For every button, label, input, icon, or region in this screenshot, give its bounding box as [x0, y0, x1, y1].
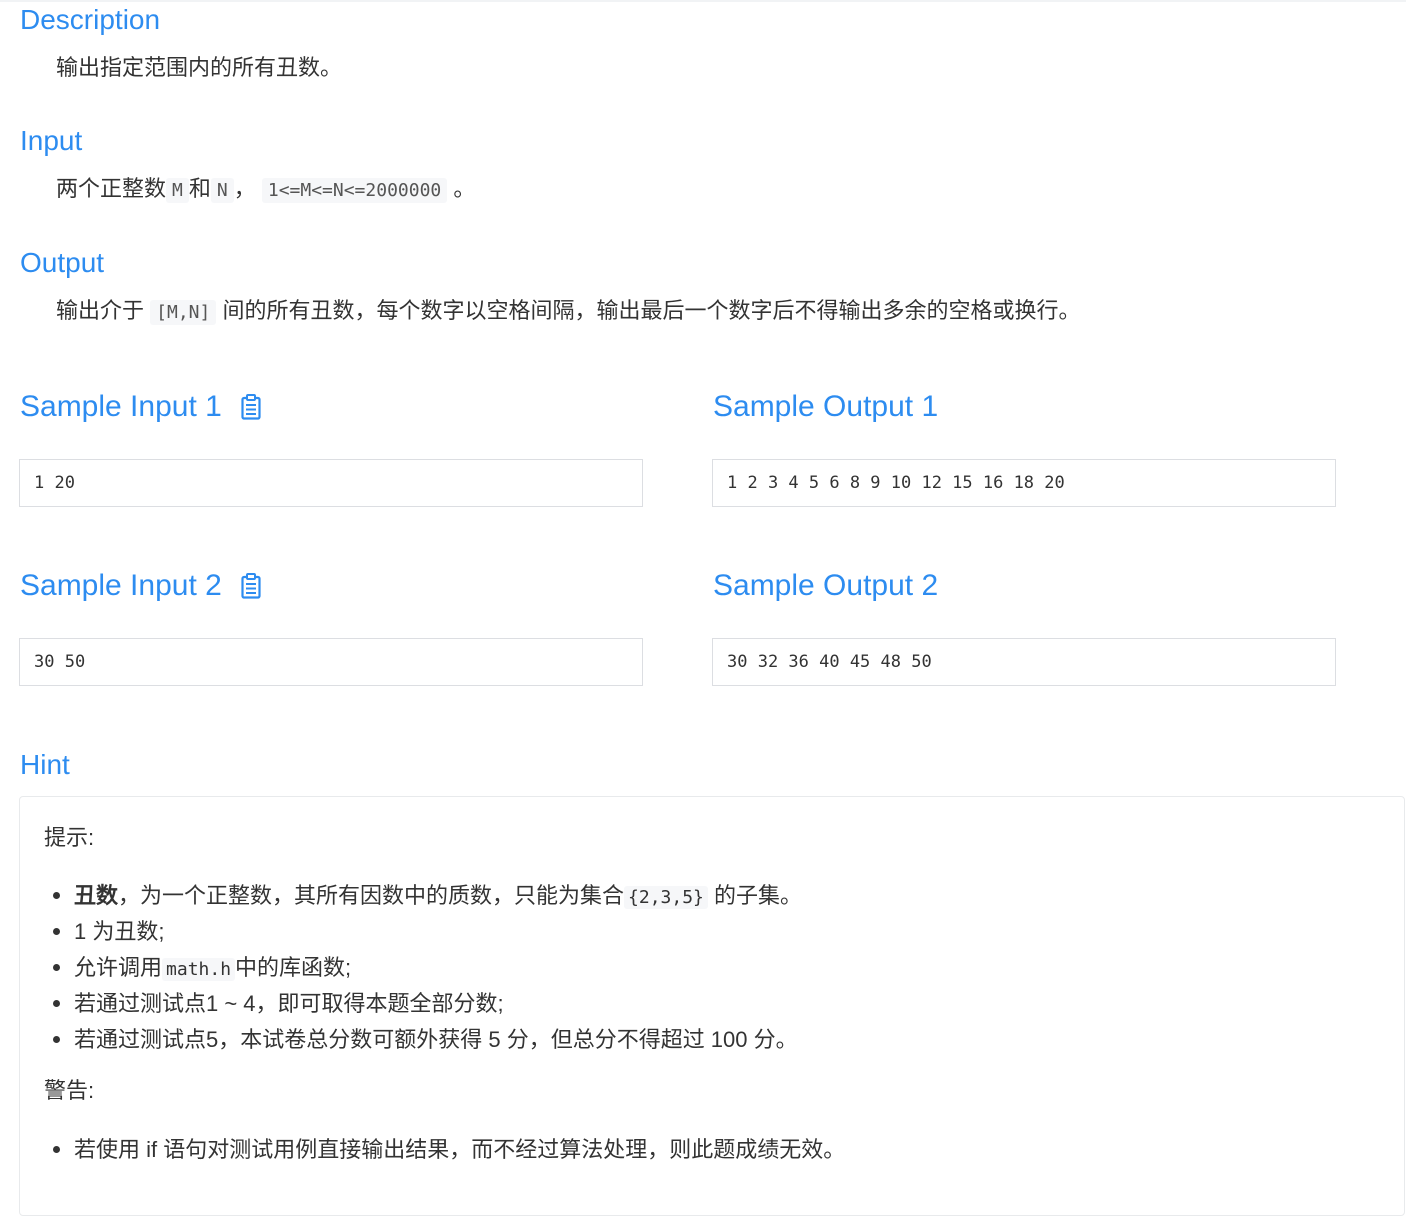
- description-text: 输出指定范围内的所有丑数。: [56, 55, 343, 80]
- hint-item1-bold: 丑数: [74, 883, 119, 908]
- output-text-pre: 输出介于: [56, 298, 145, 323]
- sample-output-1-box[interactable]: 1 2 3 4 5 6 8 9 10 12 15 16 18 20: [712, 459, 1336, 507]
- list-bullet: [53, 1000, 60, 1007]
- hint-list-item: 允许调用 math.h 中的库函数;: [74, 953, 351, 985]
- input-code-range: 1<=M<=N<=2000000: [261, 178, 448, 203]
- input-code-n: N: [210, 178, 234, 203]
- clipboard-icon[interactable]: [241, 394, 261, 420]
- output-text-post: 间的所有丑数，每个数字以空格间隔，输出最后一个数字后不得输出多余的空格或换行。: [222, 298, 1081, 323]
- list-bullet: [53, 1146, 60, 1153]
- hint-list-item: 1 为丑数;: [74, 919, 165, 944]
- input-title: Input: [20, 125, 83, 156]
- sample-input-2-title: Sample Input 2: [20, 569, 222, 602]
- hint-list-item: 若通过测试点1 ~ 4，即可取得本题全部分数;: [74, 991, 504, 1016]
- hint-item1-code: {2,3,5}: [624, 886, 708, 909]
- sample-input-2-box[interactable]: 30 50: [19, 638, 643, 686]
- hint-item3-pre: 允许调用: [74, 955, 163, 980]
- list-bullet: [53, 928, 60, 935]
- output-text: 输出介于 [M,N] 间的所有丑数，每个数字以空格间隔，输出最后一个数字后不得输…: [56, 294, 1080, 330]
- hint-list-item: 丑数，为一个正整数，其所有因数中的质数，只能为集合 {2,3,5} 的子集。: [74, 881, 802, 913]
- hint-title: Hint: [20, 749, 70, 780]
- clipboard-icon[interactable]: [241, 573, 261, 599]
- hint-item1-text: ，为一个正整数，其所有因数中的质数，只能为集合: [118, 883, 625, 908]
- input-text-pre: 两个正整数: [56, 176, 167, 201]
- hint-warning-item: 若使用 if 语句对测试用例直接输出结果，而不经过算法处理，则此题成绩无效。: [74, 1137, 846, 1162]
- sample-output-2-title: Sample Output 2: [713, 569, 939, 602]
- list-bullet: [53, 964, 60, 971]
- input-text-mid: 和: [188, 176, 211, 201]
- sample-output-1-title: Sample Output 1: [713, 390, 939, 423]
- output-code-range: [M,N]: [150, 300, 217, 325]
- hint-tip-label: 提示:: [44, 825, 95, 850]
- list-bullet: [53, 1036, 60, 1043]
- output-title: Output: [20, 247, 105, 278]
- input-text-sep: ，: [233, 176, 256, 201]
- sample-input-1-title: Sample Input 1: [20, 390, 222, 423]
- sample-output-2-box[interactable]: 30 32 36 40 45 48 50: [712, 638, 1336, 686]
- list-bullet: [53, 892, 60, 899]
- description-title: Description: [20, 4, 161, 35]
- hint-list-item: 若通过测试点5，本试卷总分数可额外获得 5 分，但总分不得超过 100 分。: [74, 1027, 798, 1052]
- input-text: 两个正整数 M 和 N， 1<=M<=N<=2000000 。: [56, 172, 475, 208]
- hint-item3-post: 中的库函数;: [235, 955, 352, 980]
- hint-item1-post: 的子集。: [714, 883, 803, 908]
- hint-item3-code: math.h: [162, 958, 236, 981]
- input-code-m: M: [166, 178, 189, 203]
- sample-input-1-box[interactable]: 1 20: [19, 459, 643, 507]
- input-text-post: 。: [453, 176, 476, 201]
- hint-warning-label: 警告:: [44, 1078, 95, 1103]
- top-divider: [0, 0, 1406, 2]
